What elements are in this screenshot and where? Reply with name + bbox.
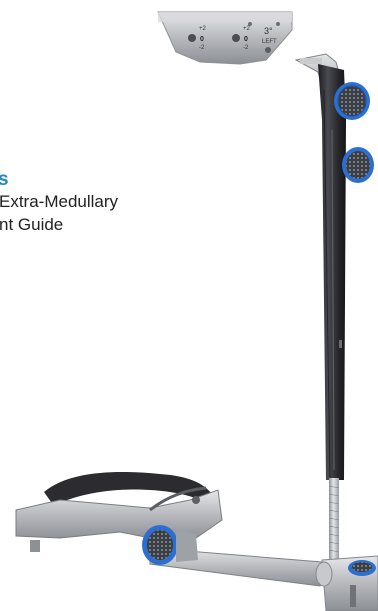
plate-angle-label: 3° [264,26,273,36]
plate-mark-a-top: +2 [199,26,207,32]
plate-mark-b-mid: 0 [244,36,248,43]
bottom-collar [321,555,378,611]
caption-brand: s [0,169,9,190]
instrument-photo: +2 0 -2 +2 0 -2 3° LEFT [15,11,378,611]
plate-mark-a-mid: 0 [200,36,204,43]
plate-mark-b-bot: -2 [243,45,249,51]
threaded-rod [328,478,340,568]
plate-mark-a-bot: -2 [199,45,205,51]
dark-rod [318,64,346,481]
caption-line-2: nt Guide [0,215,64,234]
screw-hole-icon [232,34,240,42]
screw-hole-icon [188,34,196,42]
foot-clamp [15,471,333,587]
lower-blue-knob-icon [342,147,374,183]
product-photo-stage: +2 0 -2 +2 0 -2 3° LEFT s Extra-Medullar… [0,0,378,611]
caption-line-1: Extra-Medullary [0,192,119,211]
upper-blue-knob-icon [334,82,370,120]
plate-side-label: LEFT [262,39,277,45]
alignment-plate: +2 0 -2 +2 0 -2 3° LEFT [157,11,293,65]
plate-mark-b-top: +2 [243,26,251,32]
